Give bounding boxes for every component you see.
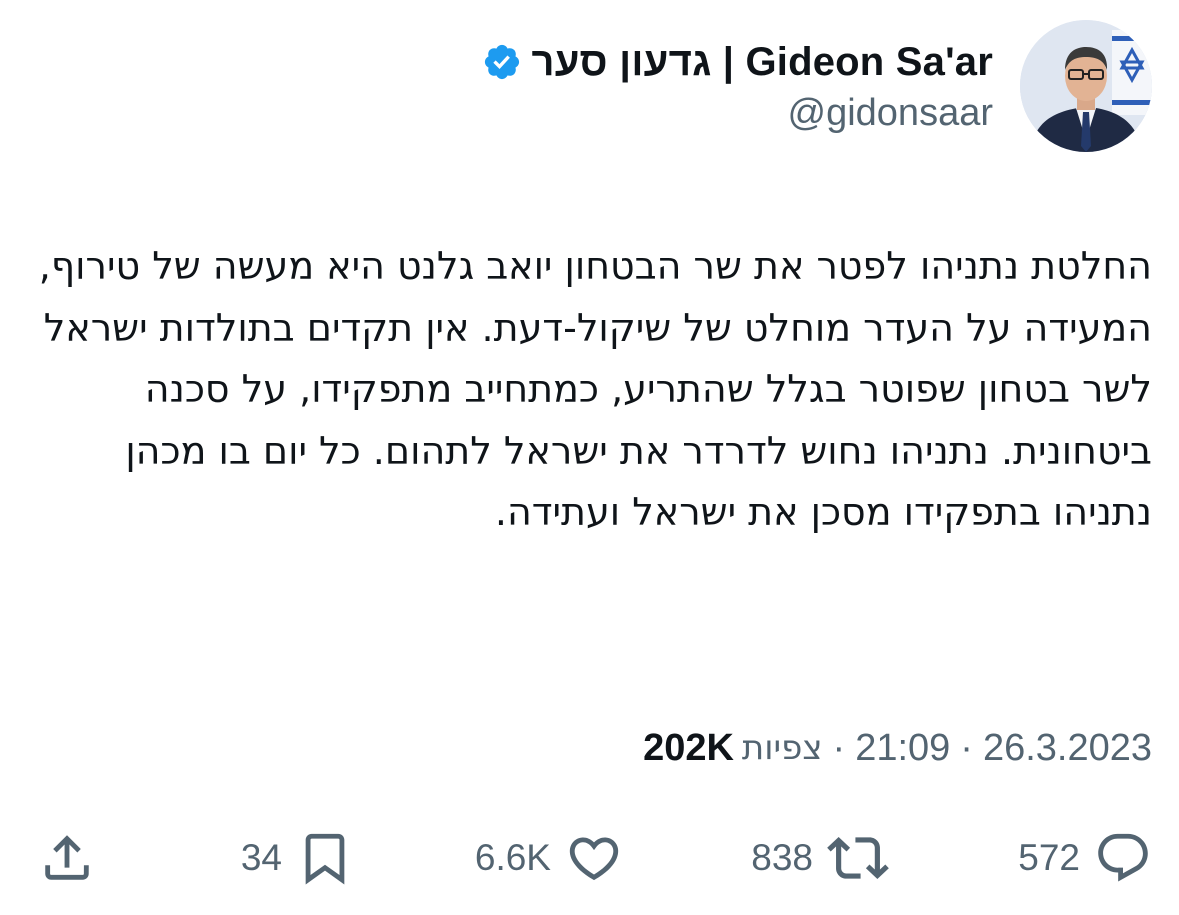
share-icon [45,834,89,880]
like-count: 6.6K [474,836,551,878]
bookmark-button[interactable]: 34 [241,820,354,895]
bookmark-count: 34 [240,836,282,878]
tweet-date[interactable]: 26.3.2023 [983,727,1152,770]
reply-icon [1098,833,1148,881]
author-handle[interactable]: @gidonsaar [788,92,993,135]
author-name-row[interactable]: גדעון סער | Gideon Sa'ar [482,38,994,86]
views-count[interactable]: 202K [643,727,734,770]
views-label: צפיות [741,728,823,768]
meta-separator: · [960,726,973,769]
reply-button[interactable]: 572 [1018,820,1152,895]
verified-badge-icon [484,44,519,80]
retweet-icon [827,836,889,879]
like-icon [569,836,619,880]
tweet-text: החלטת נתניהו לפטר את שר הבטחון יואב גלנט… [38,244,1152,534]
retweet-count: 838 [751,836,813,878]
like-button[interactable]: 6.6K [475,820,623,895]
action-bar: 572 838 6.6K 34 [0,820,1179,895]
author-display-name[interactable]: גדעון סער | Gideon Sa'ar [532,40,994,85]
avatar[interactable] [1020,20,1152,152]
bookmark-icon [305,833,345,884]
tweet-card: גדעון סער | Gideon Sa'ar @gidonsaar החלט… [0,0,1179,915]
retweet-button[interactable]: 838 [751,820,889,895]
reply-count: 572 [1018,836,1080,878]
share-button[interactable] [38,820,96,895]
tweet-time[interactable]: 21:09 [855,727,950,770]
meta-separator: · [832,726,846,769]
avatar-photo [1020,20,1152,152]
tweet-meta: 26.3.2023 · 21:09 · צפיות 202K [643,722,1152,774]
